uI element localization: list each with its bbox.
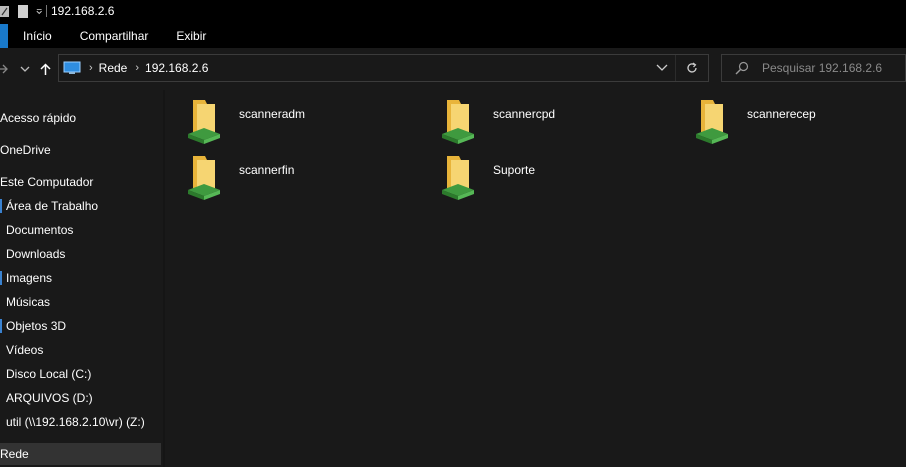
sidebar-item-onedrive[interactable]: OneDrive — [0, 139, 51, 161]
address-bar[interactable]: › Rede › 192.168.2.6 — [58, 54, 709, 82]
arrow-right-icon — [0, 64, 8, 74]
forward-button[interactable] — [0, 62, 10, 76]
sidebar-item-documents[interactable]: Documentos — [6, 219, 73, 241]
share-name: scannerfin — [239, 163, 295, 177]
sidebar-item-local-disk-c[interactable]: Disco Local (C:) — [6, 363, 91, 385]
sidebar-item-network-drive-z[interactable]: util (\\192.168.2.10\vr) (Z:) — [6, 411, 145, 433]
new-folder-icon[interactable] — [18, 4, 28, 18]
chevron-down-icon — [20, 66, 30, 72]
tab-view[interactable]: Exibir — [162, 24, 220, 48]
tab-share[interactable]: Compartilhar — [66, 24, 163, 48]
sidebar-item-this-pc[interactable]: Este Computador — [0, 171, 93, 193]
network-share-folder-icon — [188, 156, 220, 200]
title-separator — [46, 5, 47, 17]
breadcrumb-separator-icon[interactable]: › — [135, 62, 139, 74]
search-input[interactable] — [762, 61, 902, 75]
sidebar-item-desktop[interactable]: Área de Trabalho — [6, 195, 98, 217]
pictures-folder-icon — [0, 271, 2, 285]
search-box[interactable] — [721, 54, 906, 82]
window-title: 192.168.2.6 — [51, 4, 115, 18]
share-name: Suporte — [493, 163, 536, 177]
share-name: scannercpd — [493, 107, 556, 121]
desktop-folder-icon — [0, 199, 2, 213]
share-item[interactable]: scanneradm — [185, 98, 305, 146]
customize-toolbar-chevron-icon[interactable] — [36, 5, 44, 18]
up-button[interactable] — [38, 62, 52, 76]
share-item[interactable]: scannercpd — [439, 98, 555, 146]
tab-file[interactable] — [0, 24, 8, 48]
share-item[interactable]: scannerecep — [693, 98, 816, 146]
network-share-folder-icon — [442, 100, 474, 144]
share-name: scannerecep — [747, 107, 816, 121]
navigation-bar: › Rede › 192.168.2.6 — [0, 48, 906, 90]
properties-icon[interactable] — [0, 5, 10, 18]
sidebar-item-pictures[interactable]: Imagens — [6, 267, 52, 289]
refresh-icon[interactable] — [686, 62, 698, 74]
address-divider — [675, 55, 676, 81]
ribbon-tabs: Início Compartilhar Exibir — [0, 22, 906, 48]
network-share-folder-icon — [696, 100, 728, 144]
objects-3d-icon — [0, 319, 2, 333]
sidebar-item-3d-objects[interactable]: Objetos 3D — [6, 315, 66, 337]
tab-home[interactable]: Início — [8, 24, 66, 48]
address-history-chevron-icon[interactable] — [656, 63, 668, 73]
breadcrumb-separator-icon[interactable]: › — [89, 62, 93, 74]
breadcrumb-host[interactable]: 192.168.2.6 — [145, 61, 208, 75]
sidebar-item-network[interactable]: Rede — [0, 443, 161, 465]
share-item[interactable]: Suporte — [439, 154, 535, 202]
title-bar: 192.168.2.6 — [0, 0, 906, 22]
sidebar-item-downloads[interactable]: Downloads — [6, 243, 65, 265]
recent-locations-button[interactable] — [18, 62, 32, 76]
sidebar-item-arquivos-d[interactable]: ARQUIVOS (D:) — [6, 387, 93, 409]
share-name: scanneradm — [239, 107, 306, 121]
network-share-folder-icon — [188, 100, 220, 144]
share-item[interactable]: scannerfin — [185, 154, 294, 202]
search-icon — [735, 61, 749, 75]
breadcrumb-network[interactable]: Rede — [99, 61, 128, 75]
sidebar-item-quick-access[interactable]: Acesso rápido — [0, 107, 76, 129]
navigation-pane: Acesso rápido OneDrive Este Computador Á… — [0, 90, 163, 467]
network-share-folder-icon — [442, 156, 474, 200]
sidebar-item-videos[interactable]: Vídeos — [6, 339, 43, 361]
network-computer-icon — [63, 61, 81, 74]
file-list: scanneradm scannercpd scannerecep scanne… — [165, 90, 906, 467]
sidebar-item-music[interactable]: Músicas — [6, 291, 50, 313]
arrow-up-icon — [39, 62, 51, 75]
quick-access-toolbar — [0, 4, 44, 18]
